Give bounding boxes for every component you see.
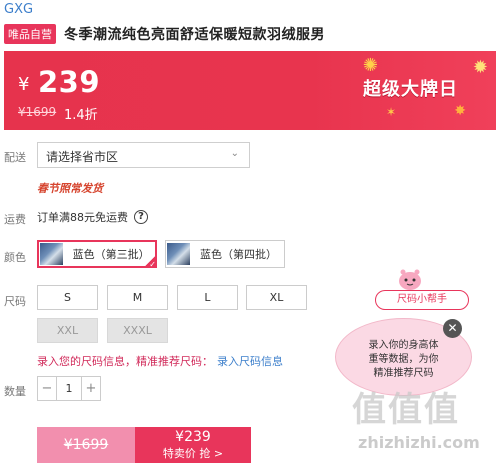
size-label: 尺码 — [4, 295, 26, 308]
discount-label: 1.4折 — [64, 108, 98, 123]
quantity-decrease-button[interactable]: − — [38, 377, 56, 400]
product-thumbnail — [167, 243, 191, 265]
price-currency: ¥ — [18, 74, 30, 95]
title-row: 唯品自营 冬季潮流纯色亮面舒适保暖短款羽绒服男 — [4, 24, 325, 44]
size-option-xl[interactable]: XL — [246, 285, 307, 310]
buy-cta-label: 特卖价 抢 > — [162, 447, 224, 460]
buy-original-price: ¥1699 — [63, 437, 109, 453]
size-option-xxxl: XXXL — [107, 318, 168, 343]
freight-label: 运费 — [4, 213, 26, 226]
festival-decoration: ✺ ✹ ✸ ✶ 超级大牌日 — [346, 51, 496, 130]
quantity-stepper[interactable]: − 1 + — [37, 376, 101, 401]
shop-tag-badge: 唯品自营 — [4, 24, 56, 44]
mascot-icon — [399, 269, 421, 290]
quantity-value[interactable]: 1 — [56, 377, 82, 400]
buy-now-button[interactable]: ¥239 特卖价 抢 > — [135, 427, 251, 463]
enter-size-link[interactable]: 录入尺码信息 — [217, 355, 283, 368]
firework-icon: ✺ — [362, 55, 378, 76]
watermark-logo: 值值值 — [352, 390, 460, 430]
size-option-m[interactable]: M — [107, 285, 168, 310]
color-label: 颜色 — [4, 251, 26, 264]
buy-price: ¥239 — [175, 429, 211, 445]
brand-name[interactable]: GXG — [4, 2, 33, 17]
product-thumbnail — [40, 243, 63, 265]
festival-shipping-notice: 春节照常发货 — [37, 182, 103, 195]
watermark-url: zhizhizhi.com — [358, 433, 480, 452]
close-icon[interactable]: ✕ — [443, 319, 462, 338]
festival-badge: 超级大牌日 — [363, 79, 458, 100]
delivery-label: 配送 — [4, 151, 26, 164]
firework-icon: ✶ — [385, 105, 396, 119]
freight-text: 订单满88元免运费 — [37, 211, 128, 224]
price-banner: ¥ 239 ¥1699 1.4折 ✺ ✹ ✸ ✶ 超级大牌日 — [4, 51, 496, 130]
buy-bar[interactable]: ¥1699 ¥239 特卖价 抢 > — [37, 427, 251, 463]
size-hint: 录入您的尺码信息，精准推荐尺码： 录入尺码信息 — [37, 353, 283, 369]
help-icon[interactable]: ? — [134, 210, 148, 224]
original-price: ¥1699 — [18, 105, 57, 119]
size-helper-button[interactable]: 尺码小帮手 — [375, 290, 469, 310]
firework-icon: ✸ — [454, 103, 466, 119]
region-select[interactable]: 请选择省市区 ⌄ — [37, 142, 250, 168]
chevron-down-icon: ⌄ — [230, 148, 239, 159]
price-value: 239 — [38, 65, 101, 99]
product-title: 冬季潮流纯色亮面舒适保暖短款羽绒服男 — [64, 27, 325, 43]
bubble-line: 录入你的身高体 — [368, 340, 439, 351]
color-option-label: 蓝色（第三批） — [72, 248, 150, 261]
quantity-increase-button[interactable]: + — [82, 377, 100, 400]
region-select-placeholder: 请选择省市区 — [46, 150, 119, 164]
freight-info: 订单满88元免运费 ? — [37, 209, 148, 225]
color-option-label: 蓝色（第四批） — [200, 248, 278, 261]
size-option-s[interactable]: S — [37, 285, 98, 310]
selected-check-icon: ✓ — [143, 254, 157, 269]
quantity-label: 数量 — [4, 385, 26, 398]
size-option-xxl: XXL — [37, 318, 98, 343]
firework-icon: ✹ — [472, 57, 488, 78]
color-option-batch-4[interactable]: 蓝色（第四批） — [165, 240, 285, 268]
size-hint-text: 录入您的尺码信息，精准推荐尺码： — [37, 355, 213, 368]
original-price-panel: ¥1699 — [37, 427, 135, 463]
bubble-line: 重等数据，为你 — [368, 354, 439, 365]
bubble-line: 精准推荐尺码 — [373, 368, 434, 379]
color-option-batch-3[interactable]: 蓝色（第三批） ✓ — [37, 240, 157, 269]
size-option-l[interactable]: L — [177, 285, 238, 310]
